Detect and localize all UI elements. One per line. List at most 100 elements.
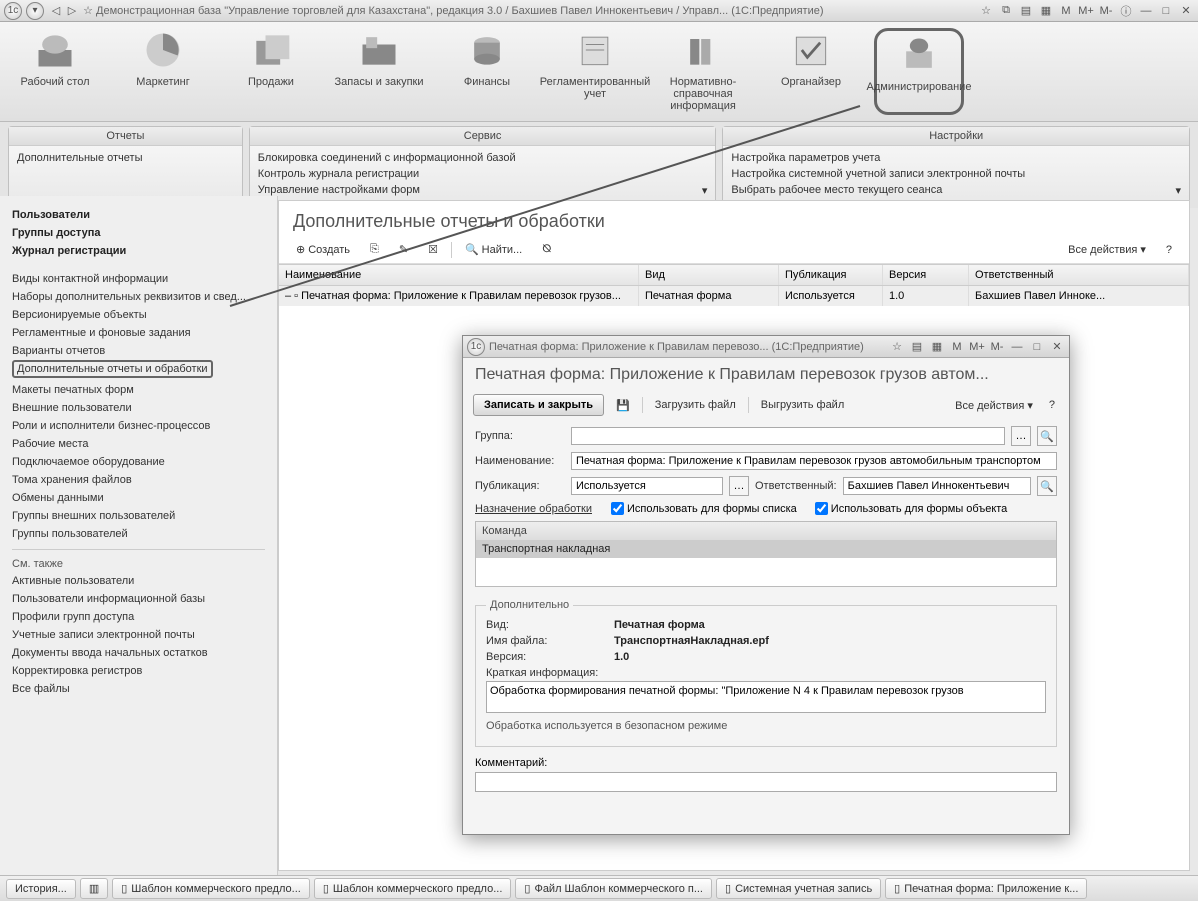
- comment-field[interactable]: [475, 772, 1057, 792]
- sidebar-link[interactable]: Корректировка регистров: [12, 662, 265, 680]
- nav-fwd-icon[interactable]: ▷: [64, 3, 80, 19]
- sidebar-link[interactable]: Тома хранения файлов: [12, 471, 265, 489]
- section-marketing[interactable]: Маркетинг: [118, 28, 208, 115]
- load-file-button[interactable]: Загрузить файл: [651, 397, 740, 413]
- bookmark-icon[interactable]: ⧉: [998, 3, 1014, 19]
- task-tab[interactable]: ▯Системная учетная запись: [716, 878, 881, 899]
- all-actions-button[interactable]: Все действия ▾: [1061, 240, 1153, 259]
- sidebar-link[interactable]: Внешние пользователи: [12, 399, 265, 417]
- find-button[interactable]: 🔍Найти...: [458, 240, 529, 259]
- all-actions-button[interactable]: Все действия ▾: [951, 397, 1037, 414]
- sidebar-link[interactable]: Обмены данными: [12, 489, 265, 507]
- dropdown-icon[interactable]: ▾: [26, 2, 44, 20]
- sidebar-link[interactable]: Наборы дополнительных реквизитов и свед.…: [12, 288, 265, 306]
- task-tab[interactable]: ▯Печатная форма: Приложение к...: [885, 878, 1087, 899]
- delete-button[interactable]: ☒: [421, 240, 445, 259]
- minimize-icon[interactable]: —: [1138, 3, 1154, 19]
- sidebar-link[interactable]: Активные пользователи: [12, 572, 265, 590]
- col-ver[interactable]: Версия: [883, 265, 969, 285]
- sidebar-link[interactable]: Группы внешних пользователей: [12, 507, 265, 525]
- calendar-icon[interactable]: ▦: [1038, 3, 1054, 19]
- close-icon[interactable]: ✕: [1178, 3, 1194, 19]
- clear-find-button[interactable]: ⦰: [535, 240, 558, 259]
- fav-icon[interactable]: ☆: [978, 3, 994, 19]
- close-icon[interactable]: ✕: [1049, 339, 1065, 355]
- panel-link[interactable]: Настройка системной учетной записи элект…: [731, 166, 1181, 182]
- section-stock[interactable]: Запасы и закупки: [334, 28, 424, 115]
- section-desktop[interactable]: Рабочий стол: [10, 28, 100, 115]
- section-finance[interactable]: Финансы: [442, 28, 532, 115]
- maximize-icon[interactable]: □: [1029, 339, 1045, 355]
- section-accounting[interactable]: Регламентированный учет: [550, 28, 640, 115]
- sidebar-link[interactable]: Рабочие места: [12, 435, 265, 453]
- mem-mp[interactable]: M+: [1078, 3, 1094, 19]
- sidebar-link[interactable]: Учетные записи электронной почты: [12, 626, 265, 644]
- nav-back-icon[interactable]: ◁: [48, 3, 64, 19]
- open-icon[interactable]: 🔍: [1037, 476, 1057, 496]
- save-close-button[interactable]: Записать и закрыть: [473, 394, 604, 416]
- section-admin[interactable]: Администрирование: [874, 28, 964, 115]
- fav-icon[interactable]: ☆: [889, 339, 905, 355]
- sidebar-group[interactable]: Группы доступа: [12, 224, 265, 242]
- sidebar-link[interactable]: Все файлы: [12, 680, 265, 698]
- sidebar-link[interactable]: Виды контактной информации: [12, 270, 265, 288]
- sidebar-link[interactable]: Роли и исполнители бизнес-процессов: [12, 417, 265, 435]
- col-kind[interactable]: Вид: [639, 265, 779, 285]
- sidebar-group[interactable]: Журнал регистрации: [12, 242, 265, 260]
- open-icon[interactable]: 🔍: [1037, 426, 1057, 446]
- create-button[interactable]: ⊕Создать: [289, 240, 357, 259]
- pub-field[interactable]: [571, 477, 723, 495]
- sidebar-link[interactable]: Регламентные и фоновые задания: [12, 324, 265, 342]
- brief-textarea[interactable]: Обработка формирования печатной формы: "…: [486, 681, 1046, 713]
- task-tab[interactable]: ▯Шаблон коммерческого предло...: [314, 878, 512, 899]
- select-icon[interactable]: …: [1011, 426, 1031, 446]
- mem-mp[interactable]: M+: [969, 339, 985, 355]
- minimize-icon[interactable]: —: [1009, 339, 1025, 355]
- section-reference[interactable]: Нормативно-справочная информация: [658, 28, 748, 115]
- unload-file-button[interactable]: Выгрузить файл: [757, 397, 849, 413]
- help-icon[interactable]: ?: [1159, 241, 1179, 259]
- history-button[interactable]: История...: [6, 879, 76, 899]
- col-pub[interactable]: Публикация: [779, 265, 883, 285]
- sidebar-link[interactable]: Пользователи информационной базы: [12, 590, 265, 608]
- group-field[interactable]: [571, 427, 1005, 445]
- col-name[interactable]: Наименование: [279, 265, 639, 285]
- sidebar-link[interactable]: Подключаемое оборудование: [12, 453, 265, 471]
- panel-link[interactable]: Контроль журнала регистрации: [258, 166, 708, 182]
- sidebar-link[interactable]: Версионируемые объекты: [12, 306, 265, 324]
- sidebar-link-active[interactable]: Дополнительные отчеты и обработки: [12, 360, 213, 378]
- sidebar-link[interactable]: Документы ввода начальных остатков: [12, 644, 265, 662]
- task-tab[interactable]: ▯Шаблон коммерческого предло...: [112, 878, 310, 899]
- panel-link[interactable]: Настройка параметров учета: [731, 150, 1181, 166]
- task-tab[interactable]: ▯Файл Шаблон коммерческого п...: [515, 878, 712, 899]
- maximize-icon[interactable]: □: [1158, 3, 1174, 19]
- resp-field[interactable]: [843, 477, 1031, 495]
- panel-link[interactable]: Блокировка соединений с информационной б…: [258, 150, 708, 166]
- sidebar-link[interactable]: Профили групп доступа: [12, 608, 265, 626]
- table-row[interactable]: – ▫ Печатная форма: Приложение к Правила…: [279, 286, 1189, 306]
- assign-link[interactable]: Назначение обработки: [475, 503, 605, 515]
- use-list-checkbox[interactable]: [611, 502, 624, 515]
- sidebar-link[interactable]: Варианты отчетов: [12, 342, 265, 360]
- section-sales[interactable]: Продажи: [226, 28, 316, 115]
- select-icon[interactable]: …: [729, 476, 749, 496]
- panel-link[interactable]: Дополнительные отчеты: [17, 150, 234, 166]
- col-resp[interactable]: Ответственный: [969, 265, 1189, 285]
- calendar-icon[interactable]: ▦: [929, 339, 945, 355]
- mem-mm[interactable]: M-: [1098, 3, 1114, 19]
- save-icon[interactable]: 💾: [612, 397, 634, 414]
- sidebar-toggle-icon[interactable]: ▥: [80, 878, 108, 899]
- use-obj-checkbox[interactable]: [815, 502, 828, 515]
- sidebar-group[interactable]: Пользователи: [12, 206, 265, 224]
- name-field[interactable]: [571, 452, 1057, 470]
- edit-button[interactable]: ✎: [392, 240, 415, 259]
- command-row[interactable]: Транспортная накладная: [476, 540, 1056, 558]
- section-organizer[interactable]: Органайзер: [766, 28, 856, 115]
- mem-mm[interactable]: M-: [989, 339, 1005, 355]
- calc-icon[interactable]: ▤: [1018, 3, 1034, 19]
- sidebar-link[interactable]: Группы пользователей: [12, 525, 265, 543]
- sidebar-link[interactable]: Макеты печатных форм: [12, 381, 265, 399]
- mem-m[interactable]: M: [949, 339, 965, 355]
- mem-m[interactable]: M: [1058, 3, 1074, 19]
- calc-icon[interactable]: ▤: [909, 339, 925, 355]
